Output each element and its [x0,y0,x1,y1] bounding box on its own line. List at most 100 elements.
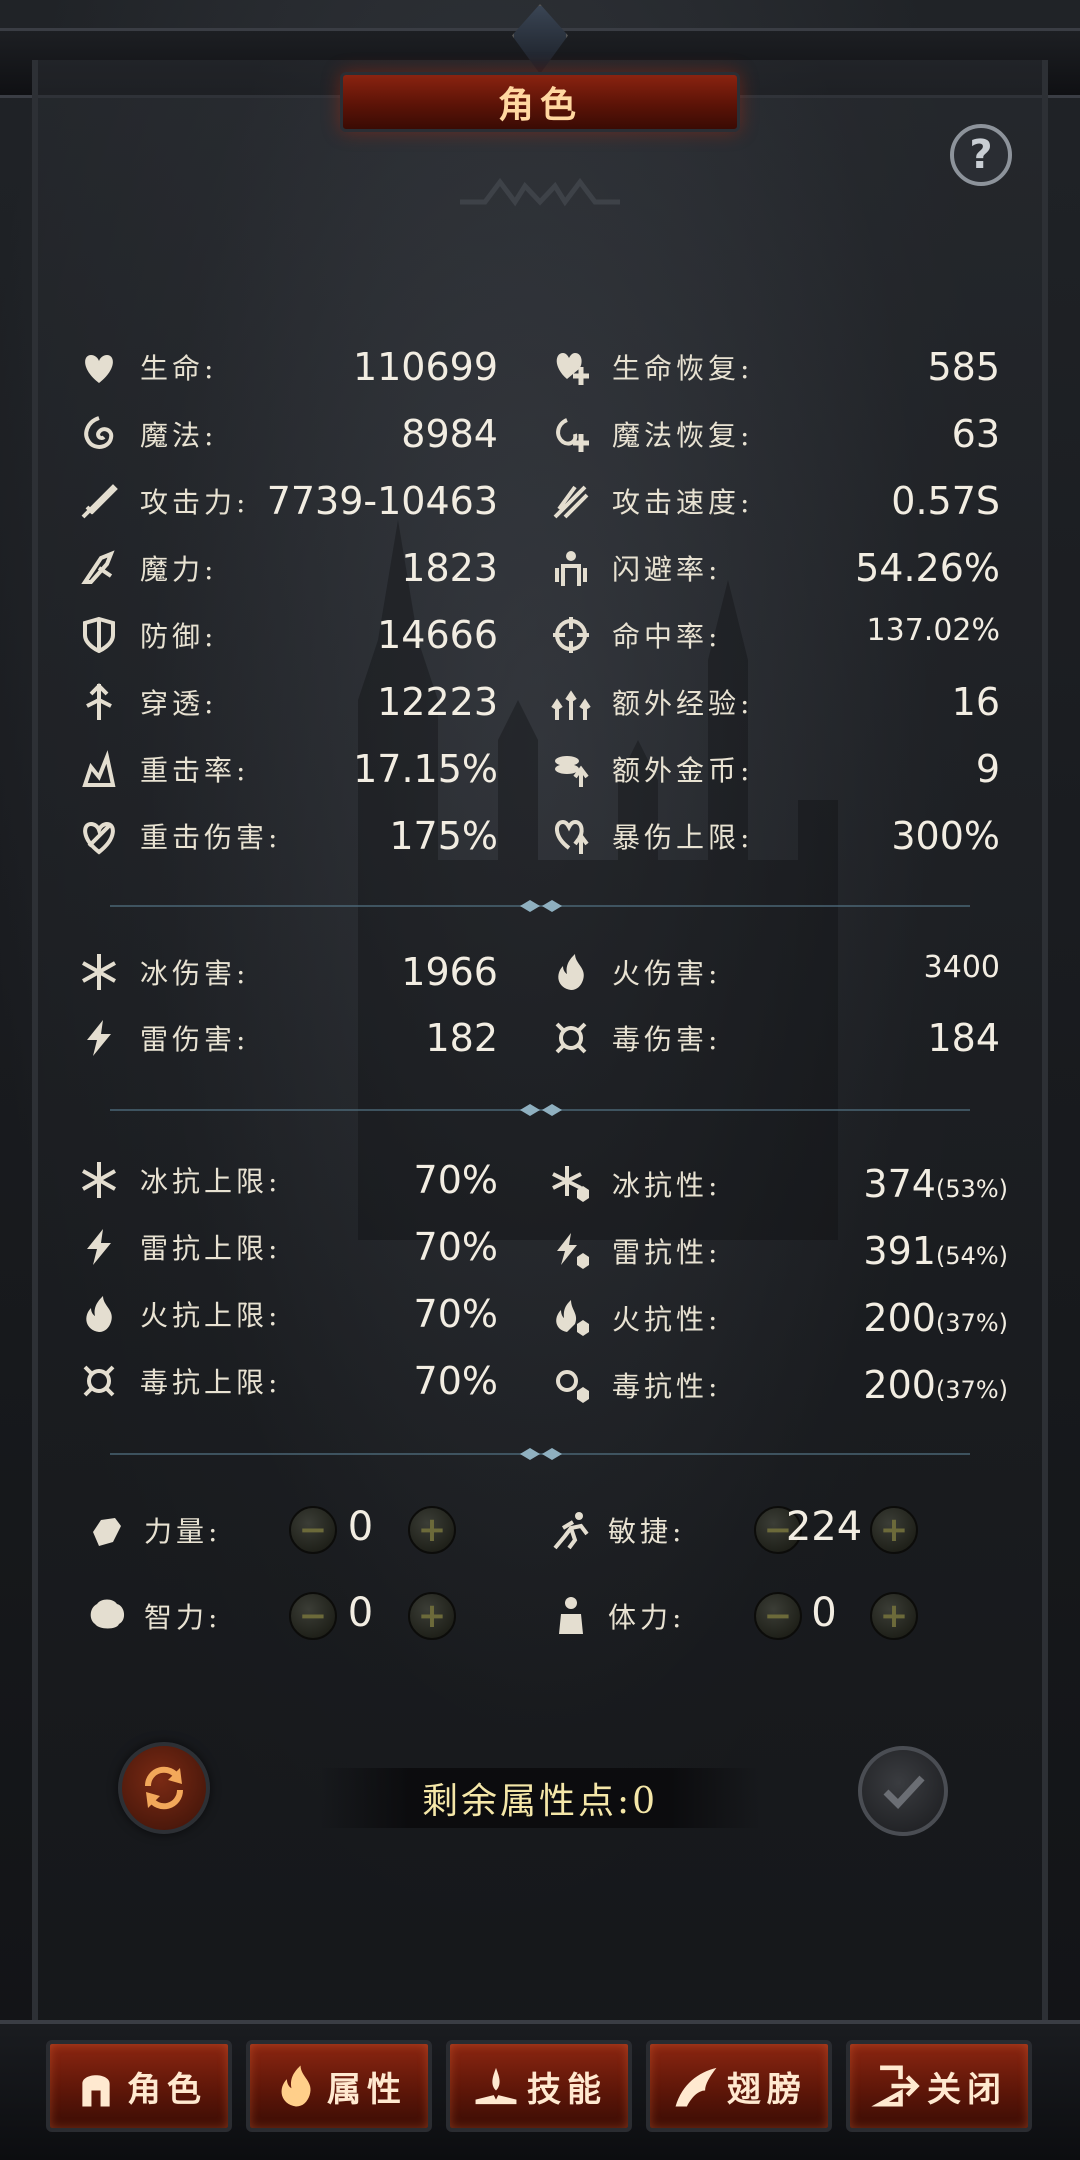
stat-value-number: 12223 [377,680,498,724]
stat-value: 184 [927,1016,1000,1060]
increase-attribute-button[interactable]: + [408,1592,456,1640]
stat-value-percent: (53%) [935,1175,1008,1203]
stat-value: 63 [952,412,1000,456]
attribute-label: 智力: [144,1601,222,1634]
stat-value-number: 7739-10463 [266,479,498,523]
stat-value-number: 110699 [352,345,498,389]
stat-label: 额外经验: [612,687,754,720]
stat-label: 命中率: [612,620,722,653]
crosshair-icon [548,612,594,658]
stat-row: 攻击力: 7739-10463 [76,471,498,531]
stat-value-number: 54.26% [855,546,1000,590]
stat-value-number: 17.15% [353,747,498,791]
stat-row: 防御: 14666 [76,605,498,665]
poison-resist-icon [548,1362,594,1408]
refresh-icon [144,1766,184,1810]
stat-label: 魔法恢复: [612,419,754,452]
stat-row: 冰抗性: 374(53%) [548,1154,1008,1214]
nav-tab-5[interactable]: 关闭 [846,2040,1032,2132]
increase-attribute-button[interactable]: + [870,1506,918,1554]
stat-value-number: 175% [389,814,498,858]
stat-row: 攻击速度: 0.57S [548,471,1000,531]
stat-value: 1966 [401,950,498,994]
stat-label: 重击伤害: [140,821,282,854]
nav-tab-label: 翅膀 [727,2069,807,2110]
element-damage-row: 毒伤害: 184 [548,1008,1000,1068]
stat-label: 毒抗上限: [140,1366,282,1399]
stat-label: 冰抗性: [612,1169,722,1202]
checkmark-icon [883,1775,925,1810]
title-plate: 角色 [340,72,740,132]
help-button[interactable]: ? [950,124,1012,186]
element-damage-row: 冰伤害: 1966 [76,942,498,1002]
stat-row: 生命恢复: 585 [548,337,1000,397]
stat-value: 70% [414,1292,498,1336]
stat-row: 额外经验: 16 [548,672,1000,732]
attribute-value: 0 [347,1504,374,1550]
section-divider [110,900,970,912]
stat-value: 17.15% [353,747,498,791]
stat-value: 3400 [923,950,1000,985]
pierce-icon [76,679,122,725]
stat-label: 雷伤害: [140,1023,250,1056]
stat-value-number: 63 [951,412,1000,456]
stat-label: 额外金币: [612,754,754,787]
stat-row: 暴伤上限: 300% [548,806,1000,866]
stat-label: 火抗性: [612,1303,722,1336]
stat-row: 穿透: 12223 [76,672,498,732]
attribute-label: 力量: [144,1515,222,1548]
increase-attribute-button[interactable]: + [870,1592,918,1640]
stat-value: 16 [952,680,1000,724]
stat-label: 穿透: [140,687,218,720]
stat-row: 魔力: 1823 [76,538,498,598]
element-damage-row: 雷伤害: 182 [76,1008,498,1068]
stat-label: 闪避率: [612,553,722,586]
nav-tab-1[interactable]: 角色 [46,2040,232,2132]
attribute-label: 体力: [608,1601,686,1634]
stat-label: 毒抗性: [612,1370,722,1403]
stat-value: 7739-10463 [267,479,498,523]
stat-value: 70% [414,1225,498,1269]
stat-value-number: 8984 [401,412,498,456]
stat-value-number: 70% [413,1225,498,1269]
nav-tab-label: 角色 [127,2069,207,2110]
stat-row: 魔法: 8984 [76,404,498,464]
nav-tab-4[interactable]: 翅膀 [646,2040,832,2132]
section-divider [110,1104,970,1116]
stat-label: 雷抗性: [612,1236,722,1269]
intelligence-icon [84,1593,130,1639]
stat-row: 额外金币: 9 [548,739,1000,799]
poison-resist-cap-icon [76,1358,122,1404]
stat-label: 生命: [140,352,218,385]
stat-label: 暴伤上限: [612,821,754,854]
stat-value: 175% [389,814,498,858]
stat-row: 雷抗性: 391(54%) [548,1221,1008,1281]
stat-value-number: 0.57S [891,479,1000,523]
increase-attribute-button[interactable]: + [408,1506,456,1554]
stat-row: 毒抗上限: 70% [76,1351,498,1411]
stat-row: 毒抗性: 200(37%) [548,1355,1008,1415]
stat-value-number: 9 [975,747,1000,791]
stat-value-number: 137.02% [866,613,1000,648]
mana-regen-icon [548,411,594,457]
stat-value: 54.26% [855,546,1000,590]
stat-value-number: 14666 [377,613,498,657]
stat-label: 冰伤害: [140,957,250,990]
stat-value: 1823 [401,546,498,590]
reset-points-button[interactable] [118,1742,210,1834]
stat-value: 8984 [401,412,498,456]
stat-label: 生命恢复: [612,352,754,385]
confirm-button[interactable] [858,1746,948,1836]
page-title: 角色 [497,84,582,126]
wings-icon [671,2061,721,2111]
remaining-points-text: 剩余属性点:0 [421,1781,659,1822]
stat-value: 70% [414,1158,498,1202]
nav-tab-2[interactable]: 属性 [246,2040,432,2132]
stat-row: 火抗性: 200(37%) [548,1288,1008,1348]
poison-icon [548,1015,594,1061]
stat-label: 攻击速度: [612,486,754,519]
stat-label: 毒伤害: [612,1023,722,1056]
agility-icon [548,1507,594,1553]
stat-value: 110699 [353,345,498,389]
nav-tab-3[interactable]: 技能 [446,2040,632,2132]
